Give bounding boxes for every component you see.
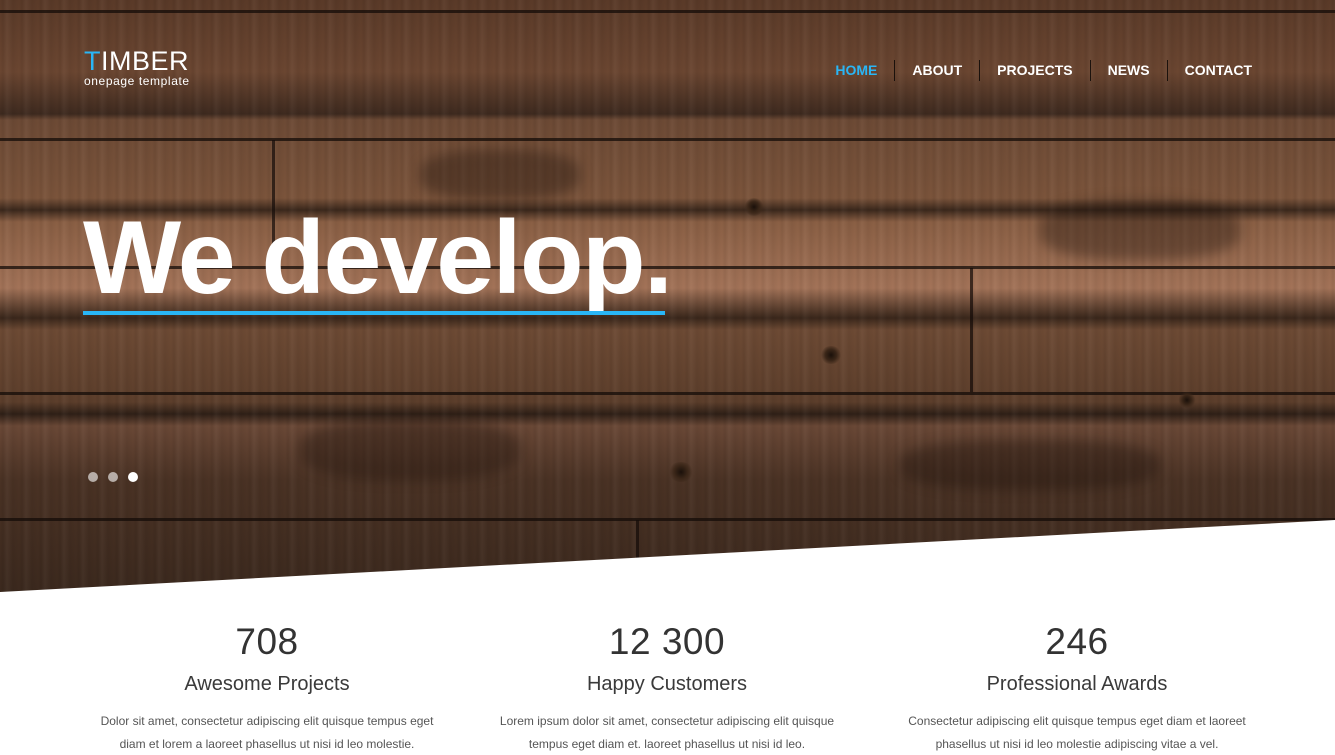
slider-dot-1[interactable] <box>88 472 98 482</box>
wood-stain <box>300 420 520 480</box>
logo[interactable]: TIMBER onepage template <box>84 48 190 88</box>
plank-seam <box>0 138 1335 141</box>
stat-awards: 246 Professional Awards Consectetur adip… <box>877 618 1277 755</box>
wood-knot <box>744 198 764 216</box>
hero-diagonal-divider <box>0 520 1335 620</box>
stat-customers: 12 300 Happy Customers Lorem ipsum dolor… <box>467 618 867 755</box>
stat-description: Dolor sit amet, consectetur adipiscing e… <box>67 710 467 755</box>
logo-tagline: onepage template <box>84 74 190 88</box>
logo-rest: IMBER <box>101 46 190 76</box>
wood-stain <box>900 440 1160 490</box>
stat-label: Professional Awards <box>986 673 1168 695</box>
nav-item-projects[interactable]: PROJECTS <box>979 60 1089 81</box>
stat-description-line: Consectetur adipiscing elit quisque temp… <box>908 714 1246 728</box>
slider-dot-3[interactable] <box>128 472 138 482</box>
wood-stain <box>1040 200 1240 260</box>
stats-section: 708 Awesome Projects Dolor sit amet, con… <box>0 618 1335 755</box>
plank-seam <box>0 10 1335 13</box>
stat-label: Happy Customers <box>586 673 748 695</box>
stat-description-line: tempus eget diam et. laoreet phasellus u… <box>528 737 806 751</box>
slider-pagination <box>88 472 138 482</box>
nav-item-contact[interactable]: CONTACT <box>1166 60 1252 81</box>
stat-description-line: phasellus ut nisi id leo molestie adipis… <box>935 737 1219 751</box>
plank-gap <box>970 268 973 392</box>
logo-wordmark: TIMBER <box>84 48 190 75</box>
headline-underline <box>83 311 665 315</box>
logo-first-letter: T <box>84 46 101 76</box>
stat-description-line: diam et lorem a laoreet phasellus ut nis… <box>119 737 415 751</box>
stat-projects: 708 Awesome Projects Dolor sit amet, con… <box>67 618 467 755</box>
slider-dot-2[interactable] <box>108 472 118 482</box>
stat-description: Lorem ipsum dolor sit amet, consectetur … <box>467 710 867 755</box>
wood-stain <box>420 150 580 200</box>
hero-headline: We develop. <box>83 200 673 316</box>
stat-description-line: Lorem ipsum dolor sit amet, consectetur … <box>499 714 835 728</box>
hero-section: TIMBER onepage template HOME ABOUT PROJE… <box>0 0 1335 600</box>
stat-description: Consectetur adipiscing elit quisque temp… <box>877 710 1277 755</box>
main-nav: HOME ABOUT PROJECTS NEWS CONTACT <box>818 60 1252 81</box>
stat-number: 12 300 <box>608 621 726 662</box>
nav-item-about[interactable]: ABOUT <box>894 60 979 81</box>
stat-description-line: Dolor sit amet, consectetur adipiscing e… <box>100 714 434 728</box>
stat-label: Awesome Projects <box>184 673 350 695</box>
wood-knot <box>820 346 842 364</box>
wood-knot <box>1178 392 1196 408</box>
nav-item-news[interactable]: NEWS <box>1089 60 1167 81</box>
wood-knot <box>668 462 694 482</box>
stat-number: 708 <box>235 621 299 662</box>
stat-number: 246 <box>1045 621 1109 662</box>
nav-item-home[interactable]: HOME <box>818 60 894 81</box>
plank-seam <box>0 392 1335 395</box>
